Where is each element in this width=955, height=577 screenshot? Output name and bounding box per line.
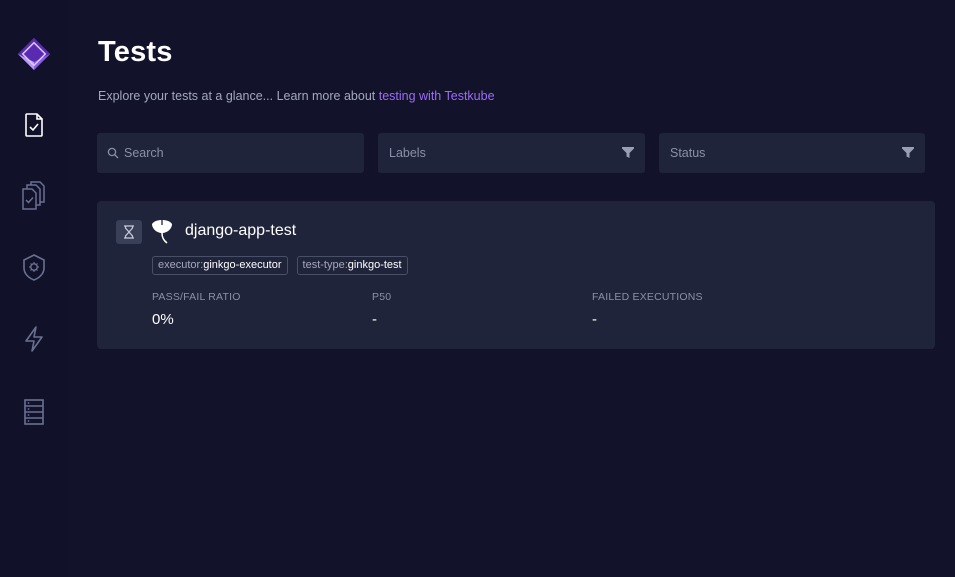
metric-pass-fail: PASS/FAIL RATIO 0% — [152, 291, 241, 328]
metric-label: PASS/FAIL RATIO — [152, 291, 241, 303]
triggers-lightning-icon — [25, 326, 43, 352]
main-content: Tests Explore your tests at a glance... … — [68, 0, 955, 577]
testing-docs-link[interactable]: testing with Testkube — [379, 89, 495, 103]
search-input[interactable] — [124, 146, 344, 160]
metric-label: FAILED EXECUTIONS — [592, 291, 703, 303]
status-filter-placeholder: Status — [670, 146, 706, 160]
executors-shield-icon — [23, 254, 45, 281]
nav-sources[interactable] — [18, 395, 50, 429]
tag-value: ginkgo-test — [347, 259, 402, 271]
metric-value: - — [372, 311, 377, 328]
tag-key: executor: — [158, 259, 204, 271]
tag-chip: test-type:ginkgo-test — [296, 256, 408, 275]
nav-tests[interactable] — [18, 108, 50, 142]
filter-funnel-icon — [902, 147, 914, 158]
labels-filter-placeholder: Labels — [389, 146, 426, 160]
test-document-icon — [25, 113, 43, 137]
testkube-logo-icon[interactable] — [16, 36, 52, 74]
test-card[interactable]: django-app-test executor:ginkgo-executor… — [97, 201, 935, 349]
metric-label: P50 — [372, 291, 392, 303]
nav-executors[interactable] — [18, 250, 50, 284]
sidebar — [0, 0, 68, 577]
test-name: django-app-test — [185, 222, 297, 239]
test-suites-icon — [22, 181, 45, 210]
tag-value: ginkgo-executor — [203, 259, 282, 271]
sources-server-icon — [24, 399, 44, 425]
tag-key: test-type: — [302, 259, 348, 271]
hourglass-icon — [116, 220, 142, 244]
test-tags: executor:ginkgo-executor test-type:ginkg… — [152, 256, 408, 275]
tag-chip: executor:ginkgo-executor — [152, 256, 288, 275]
nav-triggers[interactable] — [18, 322, 50, 356]
ginkgo-leaf-icon — [151, 219, 173, 250]
page-subtitle: Explore your tests at a glance... Learn … — [98, 89, 495, 103]
status-filter-select[interactable]: Status — [659, 133, 925, 173]
page-title: Tests — [98, 36, 173, 68]
metric-value: - — [592, 311, 597, 328]
metric-p50: P50 - — [372, 291, 391, 328]
search-icon — [107, 147, 119, 159]
search-box[interactable] — [97, 133, 364, 173]
metric-value: 0% — [152, 311, 174, 328]
labels-filter-select[interactable]: Labels — [378, 133, 645, 173]
metric-failed-executions: FAILED EXECUTIONS - — [592, 291, 703, 328]
filter-funnel-icon — [622, 147, 634, 158]
subtitle-text: Explore your tests at a glance... Learn … — [98, 89, 379, 103]
nav-test-suites[interactable] — [18, 179, 50, 213]
